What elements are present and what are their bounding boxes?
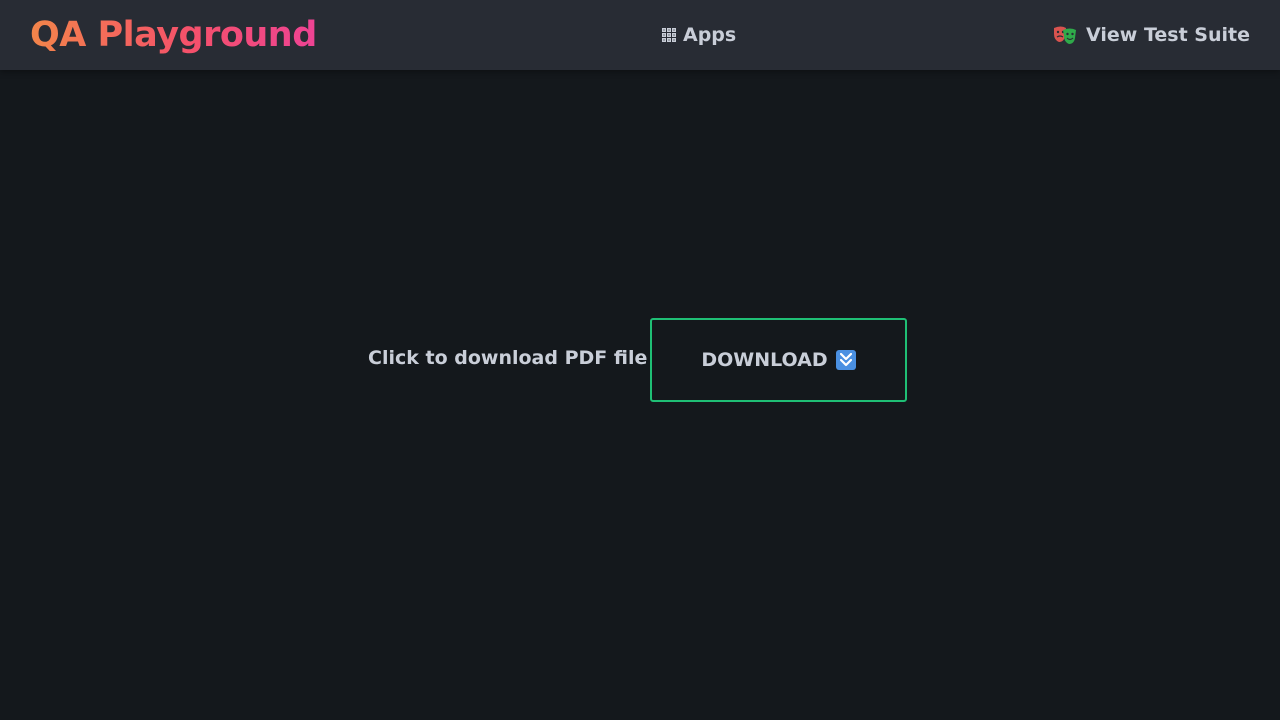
download-prompt-text: Click to download PDF file: [368, 347, 648, 369]
view-test-suite-label: View Test Suite: [1086, 24, 1250, 46]
download-button-label: DOWNLOAD: [701, 349, 828, 371]
apps-nav-link[interactable]: Apps: [662, 22, 736, 48]
download-section: Click to download PDF file DOWNLOAD: [0, 318, 1280, 402]
double-down-arrow-icon: [835, 350, 856, 370]
top-navbar: QA Playground Apps View Test Suite: [0, 0, 1280, 70]
theater-masks-icon: [1054, 26, 1077, 44]
apps-nav-label: Apps: [683, 24, 737, 46]
view-test-suite-link[interactable]: View Test Suite: [1052, 22, 1250, 48]
download-button[interactable]: DOWNLOAD: [650, 318, 907, 402]
grid-icon: [662, 28, 676, 42]
site-logo[interactable]: QA Playground: [30, 13, 317, 57]
